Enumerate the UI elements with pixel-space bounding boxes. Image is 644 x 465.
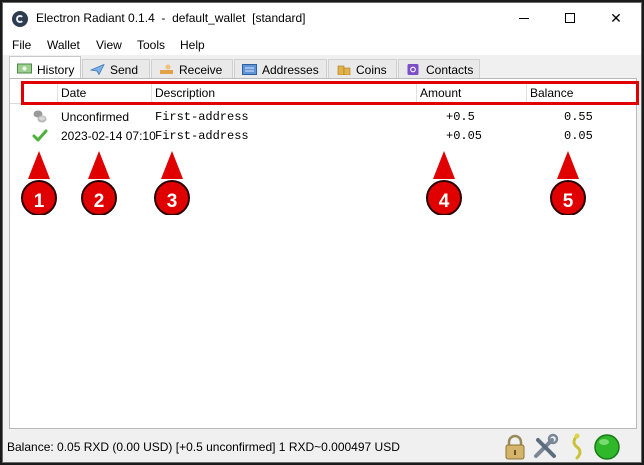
header-status[interactable]	[10, 82, 60, 104]
tab-receive-label: Receive	[179, 63, 223, 77]
tab-send[interactable]: Send	[82, 59, 150, 79]
marker-number: 4	[438, 191, 450, 212]
header-amount[interactable]: Amount	[416, 82, 526, 104]
menu-tools[interactable]: Tools	[137, 38, 165, 52]
table-row[interactable]: 2023-02-14 07:10 First-address +0.05 0.0…	[10, 127, 636, 147]
tab-send-label: Send	[110, 63, 139, 77]
confirmed-check-icon	[32, 129, 48, 142]
tools-icon[interactable]	[530, 432, 560, 462]
menu-help[interactable]: Help	[180, 38, 205, 52]
main-window: Electron Radiant 0.1.4 - default_wallet …	[2, 2, 642, 463]
row-description: First-address	[155, 110, 249, 124]
annotation-marker-3: 3	[153, 151, 191, 215]
header-description[interactable]: Description	[151, 82, 416, 104]
minimize-button[interactable]	[501, 3, 547, 33]
annotation-marker-4: 4	[425, 151, 463, 215]
tab-addresses-label: Addresses	[262, 63, 319, 77]
menu-file[interactable]: File	[12, 38, 31, 52]
coins-icon	[337, 65, 351, 75]
title-bar: Electron Radiant 0.1.4 - default_wallet …	[3, 3, 641, 33]
marker-number: 5	[562, 191, 574, 212]
row-description: First-address	[155, 129, 249, 143]
seed-icon[interactable]	[562, 432, 592, 462]
tab-history[interactable]: History	[9, 56, 81, 79]
balance-status: Balance: 0.05 RXD (0.00 USD) [+0.5 uncon…	[7, 440, 400, 454]
menu-wallet[interactable]: Wallet	[47, 38, 80, 52]
annotation-marker-1: 1	[20, 151, 58, 215]
row-amount: +0.05	[446, 129, 483, 143]
history-panel: Date Description Amount Balance Unconfir…	[9, 78, 639, 429]
window-title: Electron Radiant 0.1.4 - default_wallet …	[36, 11, 306, 25]
electron-radiant-icon	[12, 11, 28, 27]
tab-contacts-label: Contacts	[426, 63, 474, 77]
menu-bar: File Wallet View Tools Help	[3, 33, 641, 55]
tab-coins-label: Coins	[356, 63, 387, 77]
tab-receive[interactable]: Receive	[151, 59, 233, 79]
row-date: 2023-02-14 07:10	[61, 129, 156, 143]
status-bar: Balance: 0.05 RXD (0.00 USD) [+0.5 uncon…	[3, 431, 641, 462]
tab-contacts[interactable]: Contacts	[398, 59, 480, 79]
tab-coins[interactable]: Coins	[328, 59, 397, 79]
row-balance: 0.55	[564, 110, 593, 124]
annotation-marker-2: 2	[80, 151, 118, 215]
menu-view[interactable]: View	[96, 38, 122, 52]
tab-bar: History Send Receive Addresses Coins Con…	[3, 56, 641, 79]
lock-icon[interactable]	[500, 432, 530, 462]
send-icon	[90, 64, 105, 75]
contacts-icon	[407, 64, 419, 75]
maximize-button[interactable]	[547, 3, 593, 33]
tab-addresses[interactable]: Addresses	[234, 59, 327, 79]
header-balance[interactable]: Balance	[526, 82, 636, 104]
addresses-icon	[242, 64, 257, 75]
table-row[interactable]: Unconfirmed First-address +0.5 0.55	[10, 108, 636, 128]
marker-number: 3	[166, 191, 178, 212]
tab-history-label: History	[37, 63, 75, 77]
header-date[interactable]: Date	[57, 82, 151, 104]
close-button[interactable]: ✕	[593, 3, 639, 33]
receive-icon	[160, 64, 173, 74]
marker-number: 1	[33, 191, 45, 212]
row-balance: 0.05	[564, 129, 593, 143]
row-amount: +0.5	[446, 110, 475, 124]
marker-number: 2	[93, 191, 105, 212]
row-date: Unconfirmed	[61, 110, 130, 124]
unconfirmed-coins-icon	[33, 110, 47, 123]
history-table-header: Date Description Amount Balance	[10, 82, 636, 104]
history-icon	[17, 63, 32, 74]
network-status-icon[interactable]	[592, 432, 622, 462]
annotation-marker-5: 5	[549, 151, 587, 215]
